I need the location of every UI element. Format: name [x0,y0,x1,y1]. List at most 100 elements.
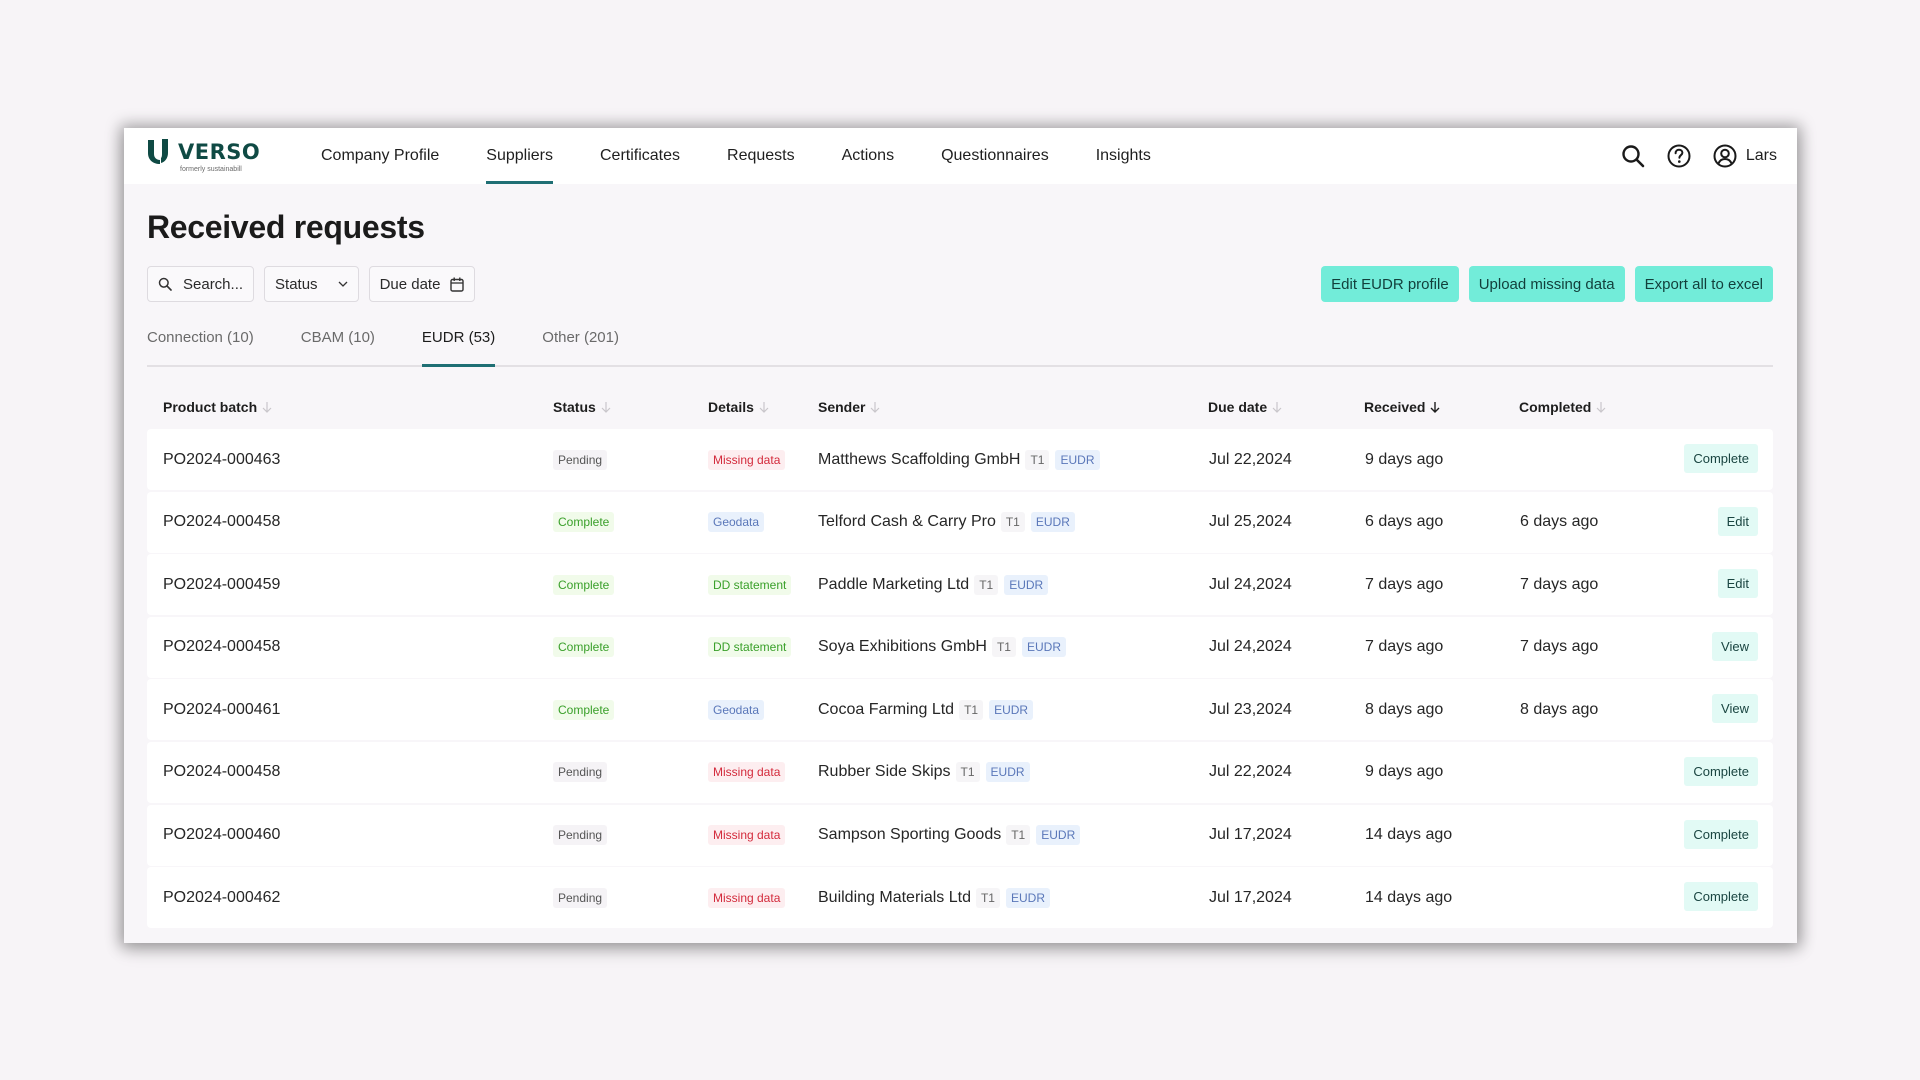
search-input[interactable]: Search... [147,266,255,302]
table-row[interactable]: PO2024-000460 Pending Missing data Sampson … [147,804,1773,866]
regulation-tag: EUDR [989,699,1034,720]
requests-table: Product batch Status Details Sender Due … [147,390,1773,930]
row-action-button[interactable]: Complete [1684,882,1758,912]
nav-suppliers[interactable]: Suppliers [486,128,553,184]
status-badge: Pending [553,762,608,783]
tier-badge: T1 [974,574,999,595]
product-batch: PO2024-000462 [163,888,281,906]
status-badge: Complete [553,512,615,533]
table-row[interactable]: PO2024-000458 Complete Geodata Telford Cash… [147,491,1773,553]
tier-badge: T1 [1006,825,1031,846]
table-row[interactable]: PO2024-000463 Pending Missing data Matthews… [147,429,1773,490]
tier-badge: T1 [955,762,980,783]
details-badge: Missing data [708,825,786,846]
table-row[interactable]: PO2024-000461 Complete Geodata Cocoa Farmin… [147,679,1773,741]
nav-insights[interactable]: Insights [1096,128,1151,184]
nav-actions[interactable]: Actions [842,128,894,184]
column-header-due-date[interactable]: Due date [1208,399,1282,415]
sender-name[interactable]: Telford Cash & Carry Pro [818,513,996,531]
sender-name[interactable]: Soya Exhibitions GmbH [818,638,987,656]
export-all-to-excel-button[interactable]: Export all to excel [1634,266,1773,302]
due-date: Jul 23,2024 [1209,700,1292,718]
sender-cell: Matthews Scaffolding GmbH T1 EUDR [818,429,1100,490]
column-header-sender[interactable]: Sender [818,399,880,415]
help-icon[interactable] [1666,143,1692,169]
received-date: 14 days ago [1365,888,1453,906]
sender-cell: Soya Exhibitions GmbH T1 EUDR [818,617,1066,678]
sender-name[interactable]: Sampson Sporting Goods [818,826,1001,844]
completed-date: 7 days ago [1520,638,1599,656]
details-badge: Missing data [708,887,786,908]
top-right-controls: Lars [1600,128,1777,184]
sender-name[interactable]: Cocoa Farming Ltd [818,701,954,719]
sender-name[interactable]: Building Materials Ltd [818,889,971,907]
row-action-button[interactable]: Complete [1684,819,1758,849]
column-header-details[interactable]: Details [708,399,769,415]
details-badge: DD statement [708,637,792,658]
row-action-button[interactable]: Complete [1684,756,1758,786]
user-icon [1713,144,1737,168]
column-header-status[interactable]: Status [553,399,611,415]
product-batch: PO2024-000461 [163,700,281,718]
nav-certificates[interactable]: Certificates [600,128,680,184]
due-date: Jul 24,2024 [1209,575,1292,593]
nav-company-profile[interactable]: Company Profile [321,128,439,184]
tier-badge: T1 [1025,449,1050,470]
details-badge: Geodata [708,512,765,533]
row-action-button[interactable]: Complete [1684,444,1758,473]
due-date: Jul 25,2024 [1209,513,1292,531]
product-batch: PO2024-000459 [163,575,281,593]
app-window: VERSO formerly sustainabill Company Prof… [124,128,1797,943]
sender-cell: Paddle Marketing Ltd T1 EUDR [818,554,1049,615]
column-header-product-batch[interactable]: Product batch [163,399,272,415]
completed-date: 6 days ago [1520,513,1599,531]
action-buttons: Edit EUDR profile Upload missing data Ex… [1311,266,1773,302]
sort-arrow-active-icon [1430,402,1440,413]
table-row[interactable]: PO2024-000458 Complete DD statement Soya Ex… [147,616,1773,678]
column-header-completed[interactable]: Completed [1519,399,1606,415]
tier-badge: T1 [991,637,1016,658]
sender-name[interactable]: Rubber Side Skips [818,763,951,781]
row-action-button[interactable]: View [1712,631,1758,661]
sort-arrow-icon [759,402,769,413]
received-date: 9 days ago [1365,450,1444,468]
received-date: 14 days ago [1365,826,1453,844]
row-action-button[interactable]: Edit [1717,569,1758,599]
details-badge: Missing data [708,449,786,470]
due-date: Jul 17,2024 [1209,826,1292,844]
sender-cell: Rubber Side Skips T1 EUDR [818,742,1030,803]
due-date: Jul 22,2024 [1209,763,1292,781]
row-action-button[interactable]: Edit [1717,506,1758,536]
upload-missing-data-button[interactable]: Upload missing data [1468,266,1625,302]
tab-eudr[interactable]: EUDR (53) [421,323,496,367]
table-row[interactable]: PO2024-000459 Complete DD statement Paddle … [147,554,1773,616]
tab-connection[interactable]: Connection (10) [147,323,254,365]
sort-arrow-icon [1596,402,1606,413]
status-badge: Pending [553,449,608,470]
received-date: 6 days ago [1365,513,1444,531]
user-menu[interactable]: Lars [1712,143,1777,169]
product-batch: PO2024-000460 [163,826,281,844]
regulation-tag: EUDR [1036,825,1081,846]
received-date: 8 days ago [1365,700,1444,718]
product-batch: PO2024-000458 [163,763,281,781]
sender-name[interactable]: Paddle Marketing Ltd [818,576,969,594]
regulation-tag: EUDR [985,762,1030,783]
tab-other[interactable]: Other (201) [542,323,619,365]
column-header-received[interactable]: Received [1364,399,1440,415]
nav-questionnaires[interactable]: Questionnaires [941,128,1049,184]
table-row[interactable]: PO2024-000462 Pending Missing data Building… [147,867,1773,929]
due-date-filter[interactable]: Due date [368,266,476,302]
details-badge: Geodata [708,699,765,720]
due-date-filter-label: Due date [379,275,441,293]
nav-requests[interactable]: Requests [727,128,795,184]
table-row[interactable]: PO2024-000458 Pending Missing data Rubber S… [147,741,1773,803]
received-date: 7 days ago [1365,638,1444,656]
status-filter-dropdown[interactable]: Status [264,266,359,302]
edit-eudr-profile-button[interactable]: Edit EUDR profile [1321,266,1459,302]
verso-logo[interactable]: VERSO formerly sustainabill [147,138,260,176]
row-action-button[interactable]: View [1712,694,1758,724]
tab-cbam[interactable]: CBAM (10) [301,323,375,365]
search-icon[interactable] [1620,143,1646,169]
sender-name[interactable]: Matthews Scaffolding GmbH [818,451,1020,469]
